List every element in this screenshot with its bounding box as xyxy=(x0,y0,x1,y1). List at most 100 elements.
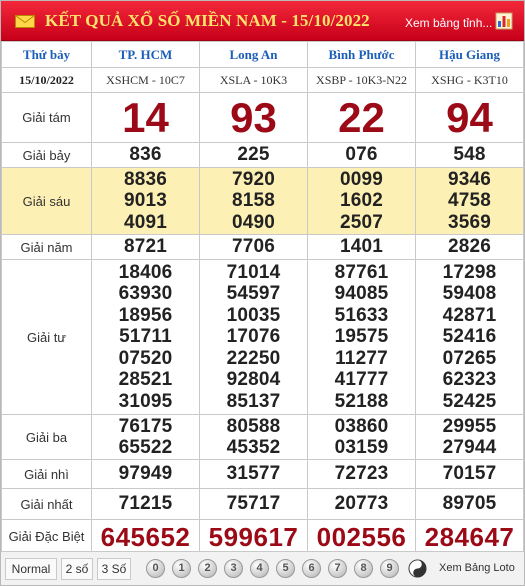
prize-number[interactable]: 548 xyxy=(416,144,523,166)
prize-number[interactable]: 45352 xyxy=(200,437,307,459)
prize-number[interactable]: 11277 xyxy=(308,348,415,370)
province-name[interactable]: Bình Phước xyxy=(307,41,416,68)
digit-ball-button[interactable]: 9 xyxy=(380,559,399,578)
prize-number[interactable]: 002556 xyxy=(308,522,415,552)
prize-number[interactable]: 2507 xyxy=(308,212,415,234)
prize-number[interactable]: 19575 xyxy=(308,326,415,348)
prize-number[interactable]: 76175 xyxy=(92,416,199,438)
digit-ball-button[interactable]: 8 xyxy=(354,559,373,578)
prize-number[interactable]: 836 xyxy=(92,144,199,166)
prize-number[interactable]: 4091 xyxy=(92,212,199,234)
prize-number[interactable]: 93 xyxy=(200,94,307,141)
prize-number[interactable]: 17298 xyxy=(416,262,523,284)
prize-number[interactable]: 59408 xyxy=(416,283,523,305)
prize-number[interactable]: 62323 xyxy=(416,369,523,391)
digit-ball-button[interactable]: 7 xyxy=(328,559,347,578)
prize-number[interactable]: 85137 xyxy=(200,391,307,413)
prize-number[interactable]: 94085 xyxy=(308,283,415,305)
province-name[interactable]: Long An xyxy=(199,41,308,68)
prize-number[interactable]: 51633 xyxy=(308,305,415,327)
prize-number[interactable]: 284647 xyxy=(416,522,523,552)
prize-number[interactable]: 71215 xyxy=(92,493,199,515)
prize-number[interactable]: 52188 xyxy=(308,391,415,413)
prize-number[interactable]: 8721 xyxy=(92,236,199,258)
province-header-row: Thứ bảy TP. HCM Long An Bình Phước Hậu G… xyxy=(1,41,524,68)
view-provinces-link[interactable]: Xem bảng tỉnh... xyxy=(405,16,492,30)
prize-number[interactable]: 0490 xyxy=(200,212,307,234)
province-name[interactable]: TP. HCM xyxy=(91,41,200,68)
prize-number[interactable]: 0099 xyxy=(308,169,415,191)
prize-number[interactable]: 71014 xyxy=(200,262,307,284)
prize-number[interactable]: 97949 xyxy=(92,463,199,485)
prize-number[interactable]: 225 xyxy=(200,144,307,166)
prize-number[interactable]: 52425 xyxy=(416,391,523,413)
prize-number[interactable]: 92804 xyxy=(200,369,307,391)
prize-number[interactable]: 51711 xyxy=(92,326,199,348)
prize-number[interactable]: 42871 xyxy=(416,305,523,327)
draw-code: XSLA - 10K3 xyxy=(199,67,308,93)
prize-number[interactable]: 10035 xyxy=(200,305,307,327)
prize-number[interactable]: 2826 xyxy=(416,236,523,258)
prize-number[interactable]: 29955 xyxy=(416,416,523,438)
prize-number[interactable]: 18956 xyxy=(92,305,199,327)
prize-number[interactable]: 22250 xyxy=(200,348,307,370)
prize-number[interactable]: 28521 xyxy=(92,369,199,391)
prize-number[interactable]: 18406 xyxy=(92,262,199,284)
prize-cell: 20773 xyxy=(307,488,416,520)
prize-number[interactable]: 7920 xyxy=(200,169,307,191)
prize-number[interactable]: 1602 xyxy=(308,190,415,212)
prize-number[interactable]: 7706 xyxy=(200,236,307,258)
prize-number[interactable]: 52416 xyxy=(416,326,523,348)
prize-number[interactable]: 22 xyxy=(308,94,415,141)
yin-yang-icon[interactable] xyxy=(408,559,427,578)
prize-number[interactable]: 75717 xyxy=(200,493,307,515)
digit-ball-button[interactable]: 2 xyxy=(198,559,217,578)
prize-number[interactable]: 599617 xyxy=(200,522,307,552)
prize-number[interactable]: 3569 xyxy=(416,212,523,234)
digit-ball-button[interactable]: 0 xyxy=(146,559,165,578)
prize-number[interactable]: 9013 xyxy=(92,190,199,212)
prize-number[interactable]: 14 xyxy=(92,94,199,141)
prize-number[interactable]: 17076 xyxy=(200,326,307,348)
prize-number[interactable]: 54597 xyxy=(200,283,307,305)
digit-ball-button[interactable]: 5 xyxy=(276,559,295,578)
prize-number[interactable]: 89705 xyxy=(416,493,523,515)
digit-ball-button[interactable]: 6 xyxy=(302,559,321,578)
prize-number[interactable]: 80588 xyxy=(200,416,307,438)
prize-number[interactable]: 8836 xyxy=(92,169,199,191)
prize-number[interactable]: 8158 xyxy=(200,190,307,212)
prize-number[interactable]: 1401 xyxy=(308,236,415,258)
prize-number[interactable]: 03159 xyxy=(308,437,415,459)
view-loto-link[interactable]: Xem Bảng Loto xyxy=(439,562,515,574)
draw-code: XSBP - 10K3-N22 xyxy=(307,67,416,93)
prize-number[interactable]: 31577 xyxy=(200,463,307,485)
prize-number[interactable]: 645652 xyxy=(92,522,199,552)
tab-2-digits[interactable]: 2 số xyxy=(61,558,93,580)
prize-number[interactable]: 31095 xyxy=(92,391,199,413)
digit-ball-button[interactable]: 4 xyxy=(250,559,269,578)
prize-number[interactable]: 27944 xyxy=(416,437,523,459)
prize-number[interactable]: 076 xyxy=(308,144,415,166)
prize-number[interactable]: 4758 xyxy=(416,190,523,212)
digit-ball-button[interactable]: 3 xyxy=(224,559,243,578)
prize-row: Giải tám 14 93 22 94 xyxy=(1,92,524,143)
prize-number[interactable]: 94 xyxy=(416,94,523,141)
prize-number[interactable]: 65522 xyxy=(92,437,199,459)
bar-chart-icon[interactable] xyxy=(495,12,513,30)
prize-number[interactable]: 63930 xyxy=(92,283,199,305)
prize-number[interactable]: 72723 xyxy=(308,463,415,485)
tab-3-digits[interactable]: 3 Số xyxy=(97,558,131,580)
prize-number[interactable]: 07265 xyxy=(416,348,523,370)
prize-number[interactable]: 20773 xyxy=(308,493,415,515)
digit-ball-button[interactable]: 1 xyxy=(172,559,191,578)
prize-label: Giải năm xyxy=(1,234,92,260)
prize-number[interactable]: 87761 xyxy=(308,262,415,284)
prize-number[interactable]: 41777 xyxy=(308,369,415,391)
prize-number[interactable]: 03860 xyxy=(308,416,415,438)
prize-number[interactable]: 07520 xyxy=(92,348,199,370)
province-name[interactable]: Hậu Giang xyxy=(415,41,524,68)
prize-number[interactable]: 9346 xyxy=(416,169,523,191)
tab-normal[interactable]: Normal xyxy=(5,558,57,580)
prize-cell: 87761 94085 51633 19575 11277 41777 52188 xyxy=(307,259,416,415)
prize-number[interactable]: 70157 xyxy=(416,463,523,485)
